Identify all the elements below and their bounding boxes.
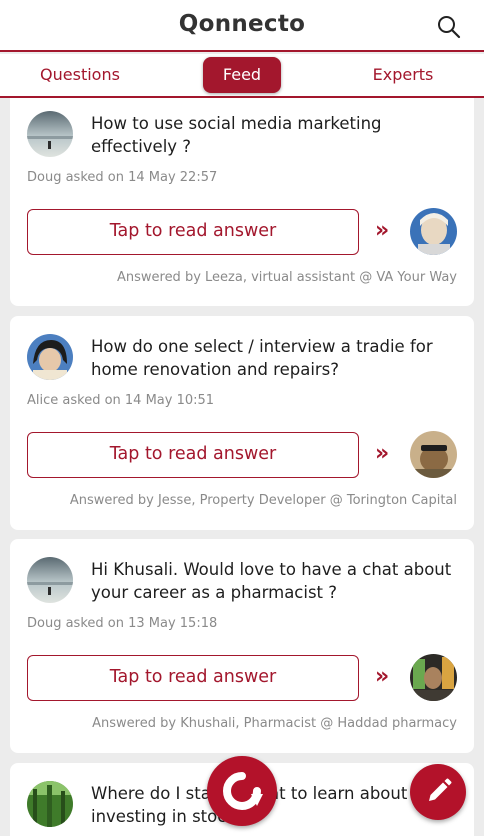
chevron-right-icon: » [375, 218, 390, 243]
chevron-right-icon: » [375, 441, 390, 466]
answerer-avatar[interactable] [410, 431, 457, 478]
app-title: Qonnecto [178, 11, 306, 37]
pencil-icon [429, 778, 452, 801]
avatar [27, 781, 73, 827]
question-text[interactable]: How to use social media marketing effect… [91, 112, 454, 158]
tab-feed[interactable]: Feed [203, 57, 281, 93]
avatar [27, 334, 73, 380]
search-icon[interactable] [436, 14, 462, 40]
feed-list[interactable]: How to use social media marketing effect… [0, 98, 484, 836]
read-answer-button[interactable]: Tap to read answer [27, 655, 359, 701]
chevron-right-icon: » [375, 664, 390, 689]
tab-bar: Questions Feed Experts [0, 54, 484, 98]
question-text[interactable]: How do one select / interview a tradie f… [91, 335, 454, 381]
avatar [27, 557, 73, 603]
answerer-avatar[interactable] [410, 208, 457, 255]
top-app-bar: Qonnecto [0, 0, 484, 52]
answered-by: Answered by Jesse, Property Developer @ … [69, 493, 457, 508]
avatar [27, 111, 73, 157]
asked-meta: Doug asked on 13 May 15:18 [27, 616, 218, 631]
refresh-button[interactable] [207, 756, 277, 826]
question-card[interactable]: Hi Khusali. Would love to have a chat ab… [10, 539, 474, 753]
read-answer-button[interactable]: Tap to read answer [27, 432, 359, 478]
question-card[interactable]: How do one select / interview a tradie f… [10, 316, 474, 530]
compose-button[interactable] [410, 764, 466, 820]
tab-experts[interactable]: Experts [343, 57, 463, 93]
asked-meta: Alice asked on 14 May 10:51 [27, 393, 215, 408]
answered-by: Answered by Khushali, Pharmacist @ Hadda… [92, 716, 457, 731]
answered-by: Answered by Leeza, virtual assistant @ V… [116, 270, 457, 285]
asked-meta: Doug asked on 14 May 22:57 [27, 170, 218, 185]
answerer-avatar[interactable] [410, 654, 457, 701]
question-text[interactable]: Hi Khusali. Would love to have a chat ab… [91, 558, 454, 604]
tab-questions[interactable]: Questions [20, 57, 140, 93]
read-answer-button[interactable]: Tap to read answer [27, 209, 359, 255]
refresh-icon [223, 772, 263, 810]
question-card[interactable]: How to use social media marketing effect… [10, 98, 474, 306]
